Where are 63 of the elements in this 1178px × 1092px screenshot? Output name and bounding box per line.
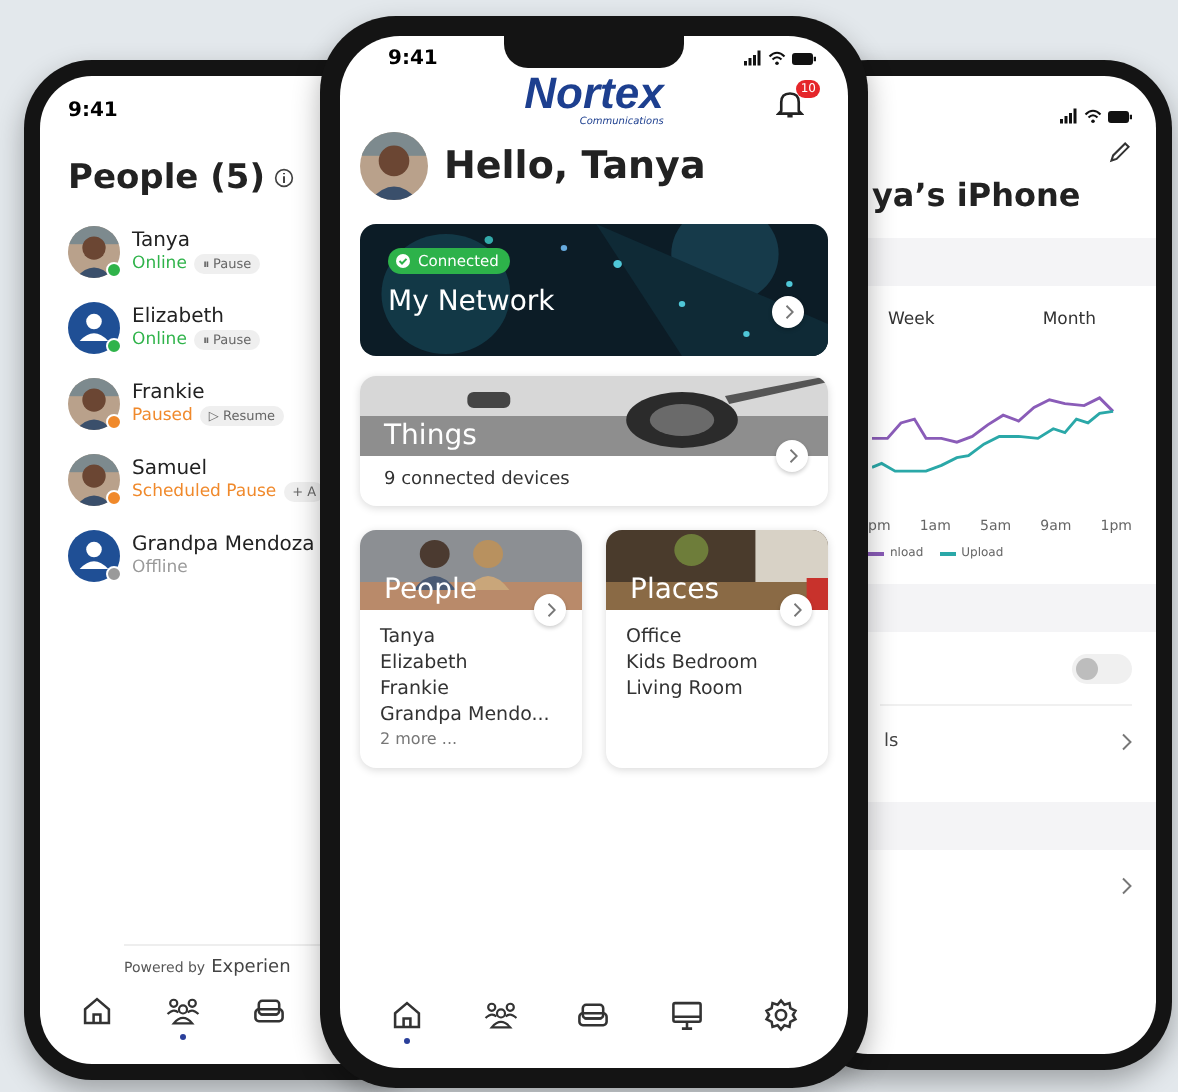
chevron-icon: [545, 602, 555, 618]
info-icon[interactable]: [274, 168, 295, 188]
card-title: Places: [630, 574, 720, 606]
people-icon[interactable]: [483, 998, 518, 1032]
person-name: Samuel: [132, 458, 209, 480]
card-title: Things: [384, 420, 477, 452]
people-icon[interactable]: [166, 994, 200, 1028]
chevron-icon[interactable]: [1120, 876, 1132, 896]
person-status: Online: [132, 330, 187, 350]
sofa-icon[interactable]: [576, 998, 611, 1032]
signal-icon: [1060, 108, 1078, 124]
places-card[interactable]: Places Office Kids Bedroom Living Room: [606, 530, 828, 768]
check-icon: [396, 254, 410, 268]
toggle-switch[interactable]: [1072, 653, 1132, 683]
list-item: Office: [626, 626, 684, 648]
wifi-icon: [1084, 108, 1102, 124]
home-icon[interactable]: [389, 998, 424, 1032]
page-title: People (5): [68, 158, 265, 198]
card-title: My Network: [388, 286, 555, 318]
person-status: Paused: [132, 406, 193, 426]
wifi-icon: [768, 50, 786, 66]
list-item: Living Room: [626, 678, 745, 700]
sofa-icon[interactable]: [252, 994, 286, 1028]
status-time: 9:41: [388, 47, 438, 69]
list-item: Kids Bedroom: [626, 652, 760, 674]
person-name: Frankie: [132, 382, 207, 404]
settings-icon[interactable]: [764, 998, 799, 1032]
logo-wordmark: Nortex: [524, 72, 664, 116]
bell-icon[interactable]: [776, 88, 804, 120]
chevron-icon[interactable]: [1120, 732, 1132, 752]
chevron-icon: [791, 602, 801, 618]
person-status: Offline: [132, 558, 188, 578]
person-status: Online: [132, 254, 187, 274]
chevron-icon: [783, 304, 793, 320]
pencil-icon[interactable]: [1108, 140, 1132, 164]
signal-icon: [744, 50, 762, 66]
period-tab[interactable]: Week: [880, 306, 943, 334]
things-card[interactable]: Things 9 connected devices: [360, 376, 828, 506]
list-item: Grandpa Mendo...: [380, 704, 552, 726]
battery-icon: [1108, 109, 1132, 123]
person-name: Grandpa Mendoza: [132, 534, 315, 556]
device-title: ya’s iPhone: [872, 176, 1083, 214]
list-item: Frankie: [380, 678, 452, 700]
person-status: Scheduled Pause: [132, 482, 277, 502]
brand-name: Experien: [211, 958, 291, 978]
status-time: 9:41: [68, 100, 120, 122]
home-icon[interactable]: [80, 994, 114, 1028]
person-name: Elizabeth: [132, 306, 227, 328]
card-title: People: [384, 574, 478, 606]
list-item: Elizabeth: [380, 652, 470, 674]
card-subtitle: 9 connected devices: [382, 468, 572, 494]
avatar-icon: [68, 530, 120, 582]
list-item: Tanya: [380, 626, 438, 648]
monitor-icon[interactable]: [670, 998, 705, 1032]
battery-icon: [792, 51, 816, 65]
row-label: ls: [884, 732, 899, 752]
period-tab[interactable]: Month: [1034, 306, 1104, 334]
person-name: Tanya: [132, 230, 192, 252]
chevron-icon: [787, 448, 797, 464]
more-link[interactable]: 2 more ...: [380, 730, 566, 748]
people-card[interactable]: People Tanya Elizabeth Frankie Grandpa Mendo... 2 more ...: [360, 530, 582, 768]
avatar-icon: [68, 302, 120, 354]
greeting: Hello, Tanya: [444, 144, 706, 188]
